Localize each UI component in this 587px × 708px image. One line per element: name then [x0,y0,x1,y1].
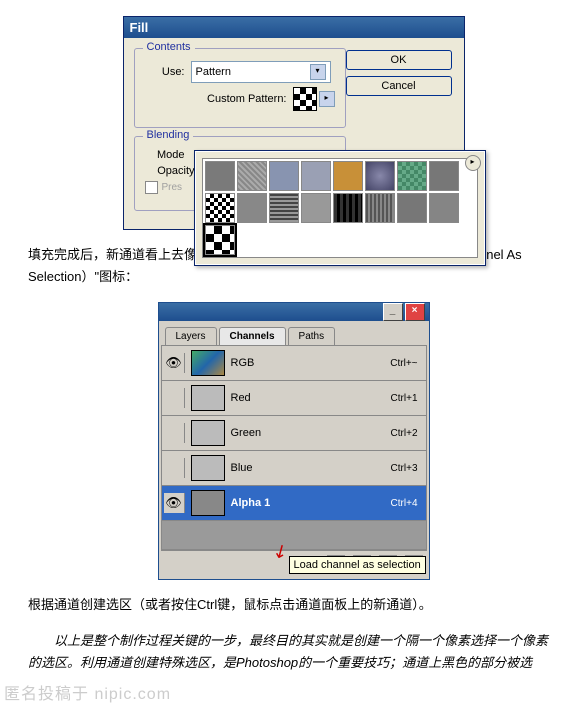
contents-legend: Contents [143,41,195,53]
channel-row[interactable]: Red Ctrl+1 [162,381,426,416]
pattern-swatch[interactable] [365,161,395,191]
watermark: 匿名投稿于 nipic.com [4,680,171,704]
channel-shortcut: Ctrl+3 [391,463,424,474]
pattern-grid [202,158,478,258]
blending-legend: Blending [143,129,194,141]
channel-thumb [191,490,225,516]
pattern-swatch[interactable] [333,193,363,223]
tab-paths[interactable]: Paths [288,327,336,345]
custom-pattern-label: Custom Pattern: [207,93,292,105]
chevron-down-icon: ▾ [310,64,326,80]
visibility-icon[interactable]: 👁 [164,353,185,373]
pattern-menu-icon[interactable]: ▸ [465,155,481,171]
pattern-swatch[interactable] [397,193,427,223]
visibility-icon[interactable] [164,458,185,478]
channel-shortcut: Ctrl+2 [391,428,424,439]
pattern-swatch[interactable] [205,225,235,255]
channel-list: 👁 RGB Ctrl+~ Red Ctrl+1 Green Ctrl+2 B [161,345,427,550]
preserve-label: Pres [162,182,183,193]
channel-shortcut: Ctrl+4 [391,498,424,509]
pattern-swatch[interactable] [205,193,235,223]
pattern-swatch[interactable] [301,161,331,191]
paragraph-3: 以上是整个制作过程关键的一步，最终目的其实就是创建一个隔一个像素选择一个像素的选… [28,630,559,674]
channel-name: RGB [231,357,391,369]
pattern-dropdown-icon[interactable]: ▸ [319,91,335,107]
tooltip: Load channel as selection [289,556,426,574]
custom-pattern-swatch[interactable] [293,87,317,111]
visibility-icon[interactable] [164,388,185,408]
pattern-swatch[interactable] [397,161,427,191]
channel-row[interactable]: Blue Ctrl+3 [162,451,426,486]
pattern-swatch[interactable] [429,161,459,191]
channel-shortcut: Ctrl+~ [390,358,423,369]
pattern-swatch[interactable] [333,161,363,191]
channel-name: Alpha 1 [231,497,391,509]
use-label: Use: [145,66,191,78]
fill-title: Fill [130,20,149,35]
pattern-swatch[interactable] [365,193,395,223]
pattern-swatch[interactable] [205,161,235,191]
pattern-swatch[interactable] [301,193,331,223]
pattern-swatch[interactable] [429,193,459,223]
channel-name: Red [231,392,391,404]
opacity-label: Opacity [145,165,201,177]
tab-channels[interactable]: Channels [219,327,286,345]
use-value: Pattern [196,66,231,78]
channel-row-selected[interactable]: 👁 Alpha 1 Ctrl+4 [162,486,426,521]
ok-button[interactable]: OK [346,50,452,70]
use-select[interactable]: Pattern ▾ [191,61,331,83]
cancel-button[interactable]: Cancel [346,76,452,96]
visibility-icon[interactable]: 👁 [164,493,185,513]
channel-name: Green [231,427,391,439]
fill-titlebar[interactable]: Fill [124,17,464,38]
close-icon[interactable]: × [405,303,425,321]
fill-dialog: Fill OK Cancel Contents Use: Pattern ▾ C… [123,16,465,230]
channel-row[interactable]: Green Ctrl+2 [162,416,426,451]
channels-titlebar[interactable]: _ × [159,303,429,321]
visibility-icon[interactable] [164,423,185,443]
pattern-swatch[interactable] [237,161,267,191]
mode-label: Mode [145,149,191,161]
channel-thumb [191,385,225,411]
tab-layers[interactable]: Layers [165,327,217,345]
preserve-checkbox[interactable] [145,181,158,194]
pattern-swatch[interactable] [237,193,267,223]
pattern-swatch[interactable] [269,161,299,191]
pattern-picker-popup: ▸ [194,150,486,266]
channel-name: Blue [231,462,391,474]
channel-thumb [191,420,225,446]
channel-thumb [191,350,225,376]
channel-shortcut: Ctrl+1 [391,393,424,404]
pattern-swatch[interactable] [269,193,299,223]
minimize-icon[interactable]: _ [383,303,403,321]
channels-panel-window: _ × Layers Channels Paths 👁 RGB Ctrl+~ R… [158,302,430,580]
channel-thumb [191,455,225,481]
paragraph-2: 根据通道创建选区（或者按住Ctrl键，鼠标点击通道面板上的新通道）。 [28,594,559,616]
channel-row[interactable]: 👁 RGB Ctrl+~ [162,346,426,381]
panel-tabs: Layers Channels Paths [161,323,427,345]
